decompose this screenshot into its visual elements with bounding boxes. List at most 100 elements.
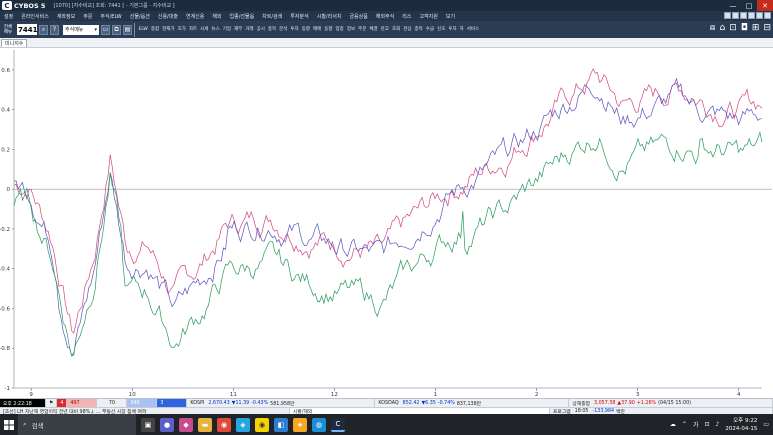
network-icon[interactable]: ⊡ bbox=[704, 421, 709, 428]
notes-icon[interactable]: ★ bbox=[293, 417, 307, 432]
lock-icon[interactable] bbox=[740, 12, 747, 19]
store-icon[interactable]: ◆ bbox=[179, 417, 193, 432]
toolbar-button[interactable]: 분석 bbox=[278, 27, 289, 32]
menu-item[interactable]: 리스 bbox=[398, 13, 415, 20]
toolbar-button[interactable]: 현재가 bbox=[161, 27, 176, 32]
kakao-icon[interactable]: ◉ bbox=[255, 417, 269, 432]
edge-icon[interactable]: ◍ bbox=[312, 417, 326, 432]
menu-item[interactable]: 선물/옵션 bbox=[126, 13, 154, 20]
menu-combo-value: 주식메뉴 bbox=[65, 27, 84, 33]
menu-item[interactable]: 업종/선물옵 bbox=[226, 13, 259, 20]
tab-mini-index[interactable]: 미니지수 bbox=[1, 39, 28, 47]
browser-icon[interactable]: ◉ bbox=[217, 417, 231, 432]
home-icon[interactable]: ⌂ bbox=[720, 23, 726, 33]
toolbar-button[interactable]: 매매 bbox=[311, 27, 322, 32]
menu-item[interactable]: 주식/ELW bbox=[96, 13, 125, 20]
cybos-taskbar-icon[interactable]: C bbox=[331, 417, 345, 432]
window-list-icon[interactable] bbox=[748, 12, 755, 19]
toolbar-button[interactable]: 투자 bbox=[289, 27, 300, 32]
toolbar-button[interactable]: 동향 bbox=[300, 27, 311, 32]
start-button[interactable] bbox=[0, 414, 18, 435]
y-tick-label: -0.2 bbox=[0, 227, 10, 233]
menu-item[interactable]: 계좌정보 bbox=[53, 13, 79, 20]
menu-item[interactable]: 해외주식 bbox=[372, 13, 398, 20]
kosdaq-ticker[interactable]: KOSDAQ 852.42 ▼6.35 -0.74% 837,138만 bbox=[375, 399, 570, 407]
toolbar-button[interactable]: 재무 bbox=[233, 27, 244, 32]
toolbar-button[interactable]: 관심 bbox=[402, 27, 413, 32]
toolbar-button[interactable]: 자 bbox=[458, 27, 465, 32]
monitor-icon[interactable]: ⧈ bbox=[710, 23, 716, 33]
search-icon[interactable]: ⌕ bbox=[39, 24, 48, 35]
kospi-ticker[interactable]: KOSPI 2,670.43 ▼11.39 -0.43% 581,958만 bbox=[187, 399, 376, 407]
y-tick-label: -0.6 bbox=[0, 306, 10, 312]
help-icon[interactable] bbox=[764, 12, 771, 19]
menu-item[interactable]: 시황/리서치 bbox=[313, 13, 346, 20]
all-menu-button[interactable]: 전체 메뉴 bbox=[1, 25, 15, 35]
toolbar-button[interactable]: 거래 bbox=[244, 27, 255, 32]
toolbar-button[interactable]: 공시 bbox=[255, 27, 266, 32]
toolbar-button[interactable]: ELW bbox=[137, 27, 149, 32]
menu-item[interactable]: 투자분석 bbox=[286, 13, 312, 20]
upper-limit-count: 4 bbox=[57, 399, 68, 407]
toolbar-button[interactable]: 주문 bbox=[357, 27, 368, 32]
toolbar-button[interactable]: 정보 bbox=[345, 27, 356, 32]
toolbar-button[interactable]: 호가 bbox=[176, 27, 187, 32]
world-index-ticker[interactable]: 상해종합 3,057.38 ▲37.90 +1.26% (04/15 15:00… bbox=[569, 399, 773, 407]
chat-icon[interactable]: ● bbox=[160, 417, 174, 432]
market-time: 오후 2:22:18 bbox=[0, 399, 46, 407]
layout-icon[interactable] bbox=[732, 12, 739, 19]
teams-icon[interactable]: ◧ bbox=[274, 417, 288, 432]
volume-icon[interactable]: ♪ bbox=[716, 421, 720, 428]
menu-item[interactable]: 연계신용 bbox=[182, 13, 208, 20]
toolbar-button[interactable]: 종목 bbox=[266, 27, 277, 32]
file-explorer-icon[interactable]: ▬ bbox=[198, 417, 212, 432]
toolbar-button[interactable]: 종합 bbox=[149, 27, 160, 32]
maximize-button[interactable]: □ bbox=[741, 0, 757, 11]
window-icon[interactable]: ▭ bbox=[101, 24, 110, 35]
toolbar-button[interactable]: 종목 bbox=[413, 27, 424, 32]
toolbar-button[interactable]: 수급 bbox=[424, 27, 435, 32]
taskbar-search-box[interactable]: ⌕ 검색 bbox=[18, 414, 136, 435]
pin-icon[interactable] bbox=[724, 12, 731, 19]
toolbar-button[interactable]: 신호 bbox=[436, 27, 447, 32]
menu-item[interactable]: 고객지원 bbox=[415, 13, 441, 20]
menu-combo[interactable]: 주식메뉴 ▾ bbox=[63, 24, 99, 35]
windows-icon[interactable]: ⊞ bbox=[752, 23, 760, 33]
layout-icon[interactable]: ⊡ bbox=[729, 23, 737, 33]
toolbar-button[interactable]: 체결 bbox=[368, 27, 379, 32]
toolbar-button[interactable]: 차트 bbox=[187, 27, 198, 32]
toolbar-button[interactable]: 조회 bbox=[390, 27, 401, 32]
toolbar-button[interactable]: 업종 bbox=[334, 27, 345, 32]
chevron-up-icon[interactable]: ⌃ bbox=[682, 421, 687, 428]
app-icon[interactable]: ◈ bbox=[236, 417, 250, 432]
menu-item[interactable]: 금융상품 bbox=[345, 13, 371, 20]
grid-icon[interactable]: ⊟ bbox=[763, 23, 771, 33]
menu-item[interactable]: 온라인서비스 bbox=[17, 13, 53, 20]
print-icon[interactable]: ▤ bbox=[123, 24, 132, 35]
notification-icon[interactable]: ▭ bbox=[763, 421, 769, 428]
toolbar-button[interactable]: 잔고 bbox=[379, 27, 390, 32]
settings-icon[interactable] bbox=[756, 12, 763, 19]
toolbar-button[interactable]: 동향 bbox=[323, 27, 334, 32]
close-button[interactable]: ✕ bbox=[757, 0, 773, 11]
task-view-icon[interactable]: ▣ bbox=[141, 417, 155, 432]
menu-item[interactable]: 해외 bbox=[208, 13, 225, 20]
camera-icon[interactable]: ◘ bbox=[741, 23, 748, 33]
help-icon[interactable]: ? bbox=[50, 24, 59, 35]
input-language[interactable]: 가 bbox=[693, 420, 699, 429]
minimize-button[interactable]: — bbox=[725, 0, 741, 11]
weather-icon[interactable]: ☁ bbox=[670, 421, 676, 428]
toolbar-button[interactable]: 서비스 bbox=[465, 27, 480, 32]
toolbar-button[interactable]: 기업 bbox=[221, 27, 232, 32]
toolbar-button[interactable]: 투자 bbox=[447, 27, 458, 32]
screen-code-input[interactable]: 7441 bbox=[17, 24, 37, 35]
toolbar-button[interactable]: 시세 bbox=[199, 27, 210, 32]
toolbar-button[interactable]: 뉴스 bbox=[210, 27, 221, 32]
menu-item[interactable]: 신용/대출 bbox=[154, 13, 182, 20]
menu-item[interactable]: 설정 bbox=[0, 13, 17, 20]
menu-item[interactable]: 차트/검색 bbox=[258, 13, 286, 20]
clock[interactable]: 오후 9:22 2024-04-15 bbox=[725, 417, 757, 433]
menu-item[interactable]: 주문 bbox=[79, 13, 96, 20]
menu-item[interactable]: 보기 bbox=[442, 13, 459, 20]
copy-icon[interactable]: ⧉ bbox=[112, 24, 121, 35]
